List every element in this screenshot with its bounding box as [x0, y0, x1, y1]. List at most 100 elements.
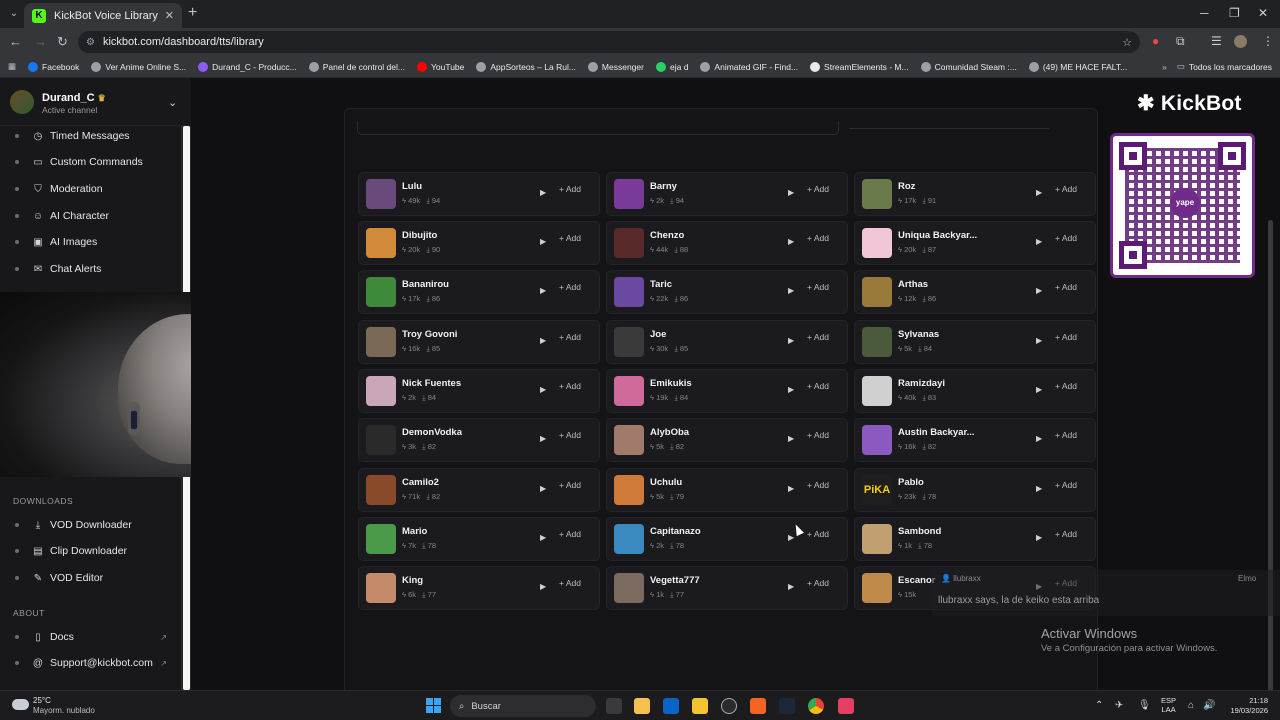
- browser-menu-icon[interactable]: ⋮: [1262, 34, 1274, 48]
- wifi-icon[interactable]: ⌂: [1188, 700, 1194, 711]
- add-voice-button[interactable]: + Add: [807, 529, 829, 539]
- play-preview-icon[interactable]: ▶: [1036, 188, 1042, 197]
- play-preview-icon[interactable]: ▶: [1036, 484, 1042, 493]
- add-voice-button[interactable]: + Add: [807, 480, 829, 490]
- sidebar-item-clip-downloader[interactable]: ▤ Clip Downloader: [15, 541, 175, 561]
- voice-card[interactable]: Emikukis ϟ 19k ⤓ 84 ▶ + Add: [606, 369, 848, 413]
- play-preview-icon[interactable]: ▶: [788, 336, 794, 345]
- voice-card[interactable]: Bananirou ϟ 17k ⤓ 86 ▶ + Add: [358, 270, 600, 314]
- voice-card[interactable]: Troy Govoni ϟ 16k ⤓ 85 ▶ + Add: [358, 320, 600, 364]
- bookmark-item[interactable]: Durand_C - Producc...: [198, 61, 297, 72]
- sidebar-item-chat-alerts[interactable]: ✉ Chat Alerts: [15, 259, 175, 279]
- add-voice-button[interactable]: + Add: [807, 381, 829, 391]
- sidebar-item-support-kickbot-com[interactable]: @ Support@kickbot.com ↗: [15, 653, 167, 673]
- clock[interactable]: 21:18 19/03/2026: [1222, 696, 1268, 716]
- all-bookmarks-button[interactable]: » ▭ Todos los marcadores: [1162, 61, 1272, 72]
- add-voice-button[interactable]: + Add: [807, 282, 829, 292]
- browser-tab[interactable]: K KickBot Voice Library ✕: [24, 3, 182, 28]
- play-preview-icon[interactable]: ▶: [540, 286, 546, 295]
- windows-start-icon[interactable]: [426, 698, 441, 713]
- voice-card[interactable]: Sylvanas ϟ 5k ⤓ 84 ▶ + Add: [854, 320, 1096, 364]
- bookmark-item[interactable]: Panel de control del...: [308, 61, 405, 72]
- add-voice-button[interactable]: + Add: [559, 381, 581, 391]
- address-bar[interactable]: ⚙ kickbot.com/dashboard/tts/library ☆: [78, 31, 1140, 53]
- window-close-icon[interactable]: ✕: [1258, 6, 1268, 20]
- play-preview-icon[interactable]: ▶: [788, 188, 794, 197]
- bookmark-star-icon[interactable]: ☆: [1122, 36, 1132, 49]
- add-voice-button[interactable]: + Add: [1055, 480, 1077, 490]
- add-voice-button[interactable]: + Add: [807, 430, 829, 440]
- bookmark-item[interactable]: Ver Anime Online S...: [91, 61, 186, 72]
- tray-chevron-icon[interactable]: ⌃: [1095, 700, 1103, 711]
- voice-card[interactable]: Camilo2 ϟ 71k ⤓ 82 ▶ + Add: [358, 468, 600, 512]
- profile-avatar[interactable]: [1234, 35, 1247, 48]
- play-preview-icon[interactable]: ▶: [1036, 286, 1042, 295]
- chevron-down-icon[interactable]: ⌄: [168, 96, 177, 109]
- add-voice-button[interactable]: + Add: [1055, 233, 1077, 243]
- tab-close-icon[interactable]: ✕: [165, 9, 174, 22]
- add-voice-button[interactable]: + Add: [1055, 529, 1077, 539]
- voice-card[interactable]: King ϟ 6k ⤓ 77 ▶ + Add: [358, 566, 600, 610]
- voice-card[interactable]: Capitanazo ϟ 2k ⤓ 78 ▶ + Add: [606, 517, 848, 561]
- voice-card[interactable]: Vegetta777 ϟ 1k ⤓ 77 ▶ + Add: [606, 566, 848, 610]
- maximize-icon[interactable]: ❐: [1229, 6, 1240, 20]
- sidebar-item-docs[interactable]: ▯ Docs ↗: [15, 627, 167, 647]
- tab-search-icon[interactable]: ⌄: [6, 6, 22, 22]
- play-preview-icon[interactable]: ▶: [788, 237, 794, 246]
- add-voice-button[interactable]: + Add: [1055, 381, 1077, 391]
- play-preview-icon[interactable]: ▶: [1036, 434, 1042, 443]
- play-preview-icon[interactable]: ▶: [540, 533, 546, 542]
- voice-card[interactable]: Arthas ϟ 12k ⤓ 86 ▶ + Add: [854, 270, 1096, 314]
- voice-card[interactable]: Chenzo ϟ 44k ⤓ 88 ▶ + Add: [606, 221, 848, 265]
- minimize-icon[interactable]: ─: [1200, 6, 1209, 20]
- add-voice-button[interactable]: + Add: [559, 430, 581, 440]
- network-icon[interactable]: ✈: [1115, 700, 1123, 711]
- microphone-icon[interactable]: 🎙: [1138, 700, 1151, 711]
- voice-card[interactable]: Roz ϟ 17k ⤓ 91 ▶ + Add: [854, 172, 1096, 216]
- bookmark-item[interactable]: AppSorteos – La Rul...: [476, 61, 576, 72]
- voice-card[interactable]: Dibujito ϟ 20k ⤓ 90 ▶ + Add: [358, 221, 600, 265]
- steam-icon[interactable]: [779, 698, 795, 714]
- voice-card[interactable]: Joe ϟ 30k ⤓ 85 ▶ + Add: [606, 320, 848, 364]
- bookmark-item[interactable]: (49) ME HACE FALT...: [1028, 61, 1127, 72]
- play-preview-icon[interactable]: ▶: [1036, 385, 1042, 394]
- bookmark-item[interactable]: YouTube: [416, 61, 464, 72]
- play-preview-icon[interactable]: ▶: [788, 533, 794, 542]
- task-view-icon[interactable]: [606, 698, 622, 714]
- voice-card[interactable]: Taric ϟ 22k ⤓ 86 ▶ + Add: [606, 270, 848, 314]
- voice-card[interactable]: Uniqua Backyar... ϟ 20k ⤓ 87 ▶ + Add: [854, 221, 1096, 265]
- bookmark-item[interactable]: Comunidad Steam :...: [920, 61, 1017, 72]
- play-preview-icon[interactable]: ▶: [540, 434, 546, 443]
- add-voice-button[interactable]: + Add: [559, 233, 581, 243]
- keyboard-language[interactable]: ESP LAA: [1161, 696, 1176, 714]
- channel-switcher[interactable]: Durand_C ♛ Active channel ⌄: [0, 78, 191, 126]
- volume-icon[interactable]: 🔊: [1203, 700, 1215, 711]
- play-preview-icon[interactable]: ▶: [540, 385, 546, 394]
- voice-card[interactable]: Nick Fuentes ϟ 2k ⤓ 84 ▶ + Add: [358, 369, 600, 413]
- play-preview-icon[interactable]: ▶: [540, 336, 546, 345]
- more-bookmarks-icon[interactable]: »: [1162, 62, 1167, 72]
- play-preview-icon[interactable]: ▶: [540, 582, 546, 591]
- brave-icon[interactable]: [750, 698, 766, 714]
- bookmark-item[interactable]: Facebook: [28, 61, 79, 72]
- app-yellow-icon[interactable]: [692, 698, 708, 714]
- add-voice-button[interactable]: + Add: [559, 578, 581, 588]
- site-info-icon[interactable]: ⚙: [86, 37, 95, 48]
- extensions-icon[interactable]: ⧉: [1176, 34, 1185, 49]
- obs-icon[interactable]: [721, 698, 737, 714]
- add-voice-button[interactable]: + Add: [807, 184, 829, 194]
- sidebar-item-timed-messages[interactable]: ◷ Timed Messages: [15, 126, 175, 146]
- sidebar-item-vod-editor[interactable]: ✎ VOD Editor: [15, 568, 175, 588]
- forward-icon[interactable]: →: [34, 34, 47, 49]
- voice-card[interactable]: Barny ϟ 2k ⤓ 94 ▶ + Add: [606, 172, 848, 216]
- add-voice-button[interactable]: + Add: [559, 332, 581, 342]
- taskbar-search[interactable]: ⌕ Buscar: [450, 695, 596, 717]
- outlook-icon[interactable]: [663, 698, 679, 714]
- play-preview-icon[interactable]: ▶: [540, 188, 546, 197]
- cloud-icon[interactable]: [12, 699, 29, 710]
- bookmark-item[interactable]: Messenger: [587, 61, 644, 72]
- play-preview-icon[interactable]: ▶: [1036, 533, 1042, 542]
- reading-list-icon[interactable]: ☰: [1211, 34, 1222, 48]
- sidebar-item-ai-character[interactable]: ☺ AI Character: [15, 206, 175, 226]
- voice-card[interactable]: Mario ϟ 7k ⤓ 78 ▶ + Add: [358, 517, 600, 561]
